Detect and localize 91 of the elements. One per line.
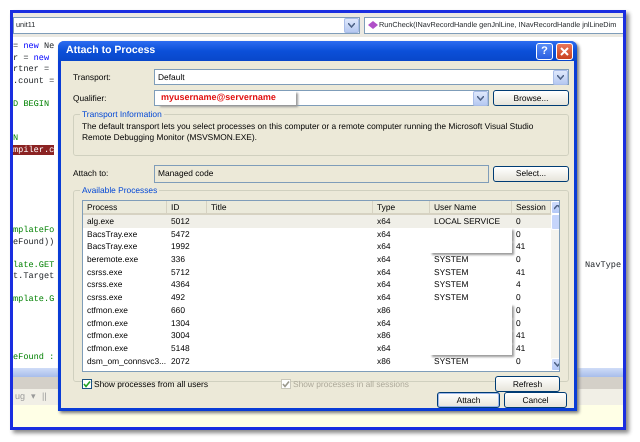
table-cell-text: 41: [515, 240, 526, 254]
column-header[interactable]: Process: [83, 201, 167, 214]
table-cell-text: 660: [170, 304, 186, 316]
toolbar-label: ug: [15, 390, 26, 404]
code-line: late.GET: [13, 260, 54, 271]
table-cell-text: beremote.exe: [86, 253, 140, 266]
method-icon: [367, 20, 379, 30]
code-line: N: [13, 133, 18, 144]
code-line: D BEGIN: [13, 98, 50, 110]
field-label: Transport:: [73, 70, 112, 84]
table-cell-text: 41: [515, 266, 526, 278]
table-cell-text: x64: [376, 228, 392, 240]
table-cell-text: 5472: [170, 228, 191, 240]
code-line: r = new: [13, 52, 50, 64]
refresh-button[interactable]: Refresh: [495, 376, 560, 392]
column-header[interactable]: Type: [373, 201, 430, 214]
table-cell-text: 336: [170, 253, 186, 266]
column-header[interactable]: ID: [167, 201, 207, 214]
table-cell-text: x64: [376, 342, 392, 355]
close-icon: [560, 46, 569, 56]
close-button[interactable]: [556, 42, 573, 60]
table-cell-text: x64: [376, 253, 392, 266]
table-cell-text: SYSTEM: [433, 266, 470, 278]
check-icon: [83, 380, 91, 388]
table-cell-text: csrss.exe: [86, 266, 124, 278]
table-cell-text: SYSTEM: [433, 253, 470, 266]
table-cell-text: ctfmon.exe: [86, 304, 129, 316]
browse-button[interactable]: Browse...: [493, 90, 569, 106]
transport-dropdown[interactable]: Default: [154, 69, 569, 85]
group-title: Available Processes: [80, 185, 160, 195]
help-button[interactable]: ?: [536, 42, 553, 60]
attach-button[interactable]: Attach: [437, 392, 500, 408]
column-header[interactable]: Title: [207, 201, 373, 214]
code-line: mplateFo: [13, 225, 54, 236]
table-cell-text: 3004: [170, 329, 191, 342]
attach-to-field: Managed code: [154, 164, 489, 182]
code-line: mplate.G: [13, 294, 54, 306]
table-cell-text: 0: [515, 354, 522, 368]
code-text: NavType: [585, 260, 622, 272]
column-header[interactable]: User Name: [430, 201, 512, 214]
table-cell-text: 0: [515, 316, 522, 330]
table-cell-text: 492: [170, 291, 186, 304]
table-cell-text: x86: [376, 354, 392, 368]
table-cell-text: ctfmon.exe: [86, 329, 129, 342]
table-cell-text: BacsTray.exe: [86, 228, 138, 240]
table-cell-text: 1992: [170, 240, 191, 254]
table-cell-text: ctfmon.exe: [86, 316, 129, 330]
table-cell-text: SYSTEM: [433, 291, 470, 304]
code-line: = new Ne: [13, 41, 54, 52]
table-cell-text: SYSTEM: [433, 278, 470, 292]
code-line: .count =: [13, 76, 54, 87]
code-line: eFound :: [13, 352, 54, 363]
table-cell-text: x86: [376, 329, 392, 342]
table-cell-text: x86: [376, 304, 392, 316]
table-cell-text: 4: [515, 278, 522, 292]
table-cell-text: 5712: [170, 266, 191, 278]
group-title: Transport Information: [80, 109, 164, 119]
table-cell-text: x64: [376, 291, 392, 304]
cancel-button[interactable]: Cancel: [504, 392, 567, 408]
table-cell-text: 0: [515, 253, 522, 266]
table-cell-text: 41: [515, 342, 526, 355]
table-cell-text: x64: [376, 316, 392, 330]
table-cell-text: dsm_om_connsvc3...: [86, 354, 167, 368]
table-cell-text: 41: [515, 329, 526, 342]
table-cell-text: x64: [376, 266, 392, 278]
checkbox-option[interactable]: Show processes from all users: [82, 378, 281, 390]
table-cell-text: ctfmon.exe: [86, 342, 129, 355]
table-cell-text: 0: [515, 304, 522, 316]
table-cell-text: 5148: [170, 342, 191, 355]
table-cell-text: 0: [515, 228, 522, 240]
code-line: t.Target: [13, 271, 54, 282]
table-cell-text: 1304: [170, 316, 191, 330]
window-title: Attach to Process: [66, 43, 156, 58]
table-cell-text: 4364: [170, 278, 191, 292]
check-icon: [282, 380, 290, 388]
info-text: The default transport lets you select processes on this computer or a remote computer running the Microsoft Visual Studio Remote Debugging Monitor (MSVSMON.EXE).: [82, 121, 534, 142]
table-cell-text: 2072: [170, 354, 191, 368]
code-line: rtner =: [13, 64, 50, 76]
code-line: eFound)): [13, 236, 54, 248]
select-button[interactable]: Select...: [493, 166, 569, 182]
table-cell-text: csrss.exe: [86, 278, 124, 292]
table-cell-text: x64: [376, 278, 392, 292]
table-cell-text: csrss.exe: [86, 291, 124, 304]
table-cell-text: SYSTEM: [433, 354, 470, 368]
checkbox-option: Show processes in all sessions: [281, 378, 409, 390]
table-cell-text: x64: [376, 240, 392, 254]
table-cell-text: BacsTray.exe: [86, 240, 138, 254]
table-cell-text: 0: [515, 291, 522, 304]
field-label: Qualifier:: [73, 92, 108, 104]
field-label: Attach to:: [73, 167, 110, 180]
qualifier-dropdown[interactable]: myusername@servername: [154, 90, 489, 106]
